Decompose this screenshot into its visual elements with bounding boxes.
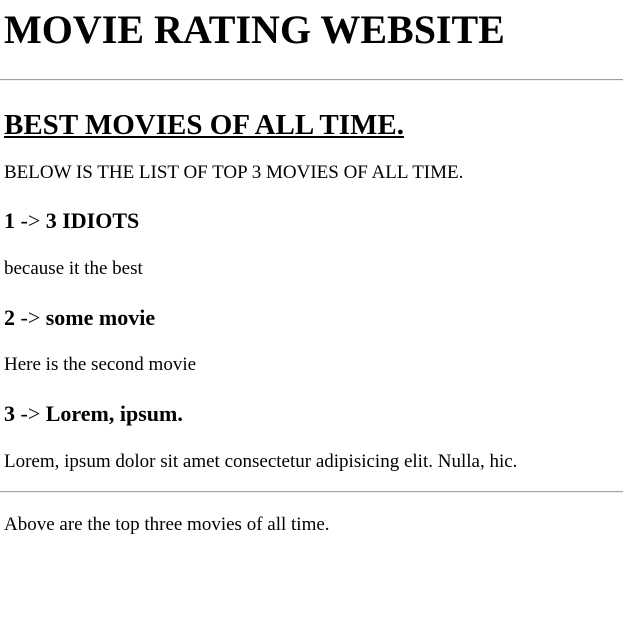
movie-description-1: because it the best	[4, 258, 143, 279]
movie-description-3: Lorem, ipsum dolor sit amet consectetur …	[4, 451, 518, 472]
header-divider	[0, 79, 623, 81]
rank-arrow: ->	[20, 401, 41, 426]
footer-text: Above are the top three movies of all ti…	[4, 514, 330, 535]
rank-arrow: ->	[20, 208, 41, 233]
movie-heading-2: 2 -> some movie	[4, 306, 619, 330]
movie-heading-1: 1 -> 3 IDIOTS	[4, 209, 619, 233]
footer-divider	[0, 491, 623, 493]
movie-rank: 1	[4, 208, 15, 233]
movie-rank: 2	[4, 305, 15, 330]
intro-text: BELOW IS THE LIST OF TOP 3 MOVIES OF ALL…	[4, 162, 464, 183]
site-title: MOVIE RATING WEBSITE	[4, 7, 505, 52]
movie-title: some movie	[45, 305, 156, 330]
movie-rank: 3	[4, 401, 15, 426]
section-title: BEST MOVIES OF ALL TIME.	[4, 109, 404, 141]
page: MOVIE RATING WEBSITE BEST MOVIES OF ALL …	[0, 0, 623, 536]
rank-arrow: ->	[20, 305, 41, 330]
movie-heading-3: 3 -> Lorem, ipsum.	[4, 402, 619, 426]
movie-title: 3 IDIOTS	[45, 208, 140, 233]
movie-description-2: Here is the second movie	[4, 354, 197, 375]
movie-title: Lorem, ipsum.	[45, 401, 183, 426]
